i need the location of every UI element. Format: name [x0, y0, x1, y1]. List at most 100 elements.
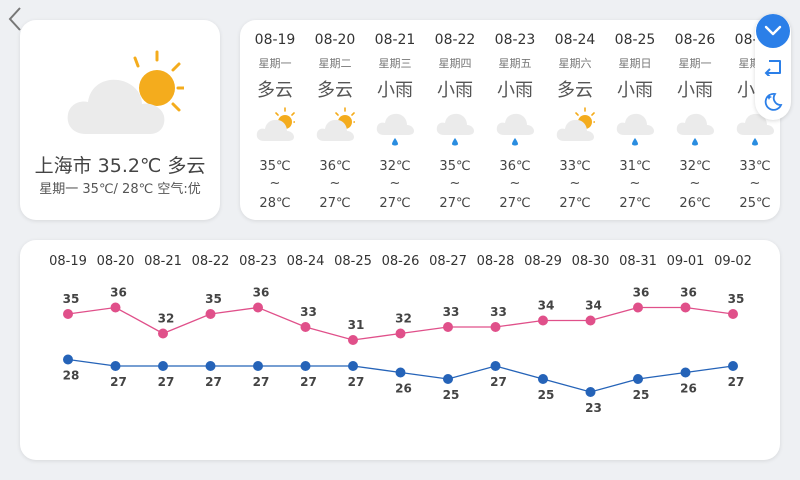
data-point: [443, 374, 453, 384]
current-weather-summary: 星期一 35℃/ 28℃ 空气:优: [39, 182, 201, 197]
data-label: 28: [63, 369, 80, 383]
data-point: [680, 302, 691, 313]
data-point: [490, 361, 501, 371]
x-tick-label: 08-29: [524, 254, 562, 269]
data-label: 33: [443, 305, 460, 319]
forecast-condition: 小雨: [377, 80, 413, 101]
range-separator: ~: [449, 176, 461, 191]
data-label: 33: [300, 305, 317, 319]
return-icon: [764, 60, 781, 76]
forecast-date: 08-20: [314, 32, 356, 48]
forecast-high: 36℃: [319, 159, 351, 174]
forecast-day: 08-22 星期四 小雨 35℃ ~27℃: [425, 20, 485, 220]
range-separator: ~: [749, 176, 761, 191]
data-point: [633, 374, 643, 384]
forecast-condition: 小雨: [677, 80, 713, 101]
forecast-condition: 小雨: [497, 80, 533, 101]
x-tick-label: 08-21: [144, 254, 182, 269]
x-tick-label: 09-01: [667, 254, 705, 269]
data-point: [633, 302, 643, 313]
partly-cloudy-icon: [255, 107, 297, 147]
x-tick-label: 08-25: [334, 254, 372, 269]
expand-button[interactable]: [755, 14, 791, 48]
data-point: [253, 361, 263, 371]
forecast-date: 08-22: [434, 32, 476, 48]
current-weather-card: 上海市 35.2℃ 多云 星期一 35℃/ 28℃ 空气:优: [20, 20, 220, 220]
current-temperature: 35.2℃: [97, 155, 162, 177]
data-point: [538, 374, 548, 384]
forecast-weekday: 星期五: [498, 57, 532, 70]
data-label: 36: [633, 286, 650, 300]
forecast-date: 08-23: [494, 32, 536, 48]
data-point: [110, 361, 121, 371]
data-label: 27: [300, 375, 317, 389]
forecast-high: 36℃: [499, 159, 531, 174]
night-mode-button[interactable]: [755, 84, 791, 118]
data-point: [158, 328, 168, 339]
data-point: [585, 387, 596, 397]
current-weather-headline: 上海市 35.2℃ 多云: [20, 151, 220, 178]
forecast-day: 08-19 星期一 多云 35℃ ~28℃: [245, 20, 305, 220]
forecast-day: 08-24 星期六 多云 33℃ ~27℃: [545, 20, 605, 220]
light-rain-icon: [495, 107, 535, 147]
forecast-date: 08-19: [254, 32, 296, 48]
data-label: 35: [63, 292, 80, 306]
x-tick-label: 08-31: [619, 254, 657, 269]
forecast-low: 27℃: [619, 196, 651, 211]
x-tick-label: 08-22: [192, 254, 230, 269]
forecast-low: 25℃: [739, 196, 771, 211]
data-label: 27: [348, 375, 365, 389]
data-label: 34: [585, 299, 602, 313]
range-separator: ~: [269, 176, 281, 191]
current-condition: 多云: [167, 155, 206, 177]
range-separator: ~: [389, 176, 401, 191]
data-label: 36: [680, 286, 697, 300]
forecast-weekday: 星期六: [558, 57, 592, 70]
data-point: [348, 361, 358, 371]
forecast-weekday: 星期二: [318, 57, 352, 70]
city-name: 上海市: [34, 155, 92, 177]
light-rain-icon: [615, 107, 655, 147]
forecast-low: 27℃: [379, 196, 411, 211]
forecast-low: 27℃: [559, 196, 591, 211]
data-label: 27: [728, 375, 745, 389]
forecast-high: 33℃: [739, 159, 771, 174]
range-separator: ~: [509, 176, 521, 191]
forecast-date: 08-25: [614, 32, 656, 48]
forecast-condition: 多云: [257, 80, 293, 101]
data-label: 27: [110, 375, 127, 389]
forecast-condition: 多云: [557, 80, 593, 101]
data-point: [443, 322, 453, 332]
data-label: 27: [490, 375, 507, 389]
temperature-trend-chart: 08-19 08-20 08-21 08-22 08-23 08-24 08-25 08-26…: [49, 254, 752, 415]
x-tick-label: 08-26: [382, 254, 420, 269]
partly-cloudy-icon: [315, 107, 357, 147]
data-label: 27: [158, 375, 175, 389]
data-point: [205, 309, 216, 319]
forecast-high: 32℃: [679, 159, 711, 174]
range-separator: ~: [689, 176, 701, 191]
light-rain-icon: [435, 107, 475, 147]
x-tick-label: 09-02: [714, 254, 752, 269]
partly-cloudy-icon: [67, 50, 184, 134]
forecast-condition: 小雨: [437, 80, 473, 101]
data-label: 32: [395, 312, 412, 326]
data-label: 25: [443, 388, 460, 402]
forecast-weekday: 星期三: [378, 57, 412, 70]
data-point: [728, 309, 738, 319]
daily-forecast-card: 08-19 星期一 多云 35℃ ~28℃ 08-20 星期二 多云 36℃ ~27℃ 08-21 星…: [240, 20, 780, 220]
data-label: 25: [633, 388, 650, 402]
data-point: [585, 315, 596, 326]
forecast-high: 32℃: [379, 159, 411, 174]
data-label: 31: [348, 318, 365, 332]
forecast-low: 26℃: [679, 196, 711, 211]
forecast-high: 33℃: [559, 159, 591, 174]
return-button[interactable]: [755, 50, 791, 84]
forecast-day: 08-26 星期一 小雨 32℃ ~26℃: [665, 20, 725, 220]
data-point: [253, 302, 263, 313]
forecast-condition: 多云: [317, 80, 353, 101]
forecast-high: 35℃: [439, 159, 471, 174]
data-point: [63, 354, 73, 365]
data-label: 36: [253, 286, 270, 300]
light-rain-icon: [675, 107, 715, 147]
